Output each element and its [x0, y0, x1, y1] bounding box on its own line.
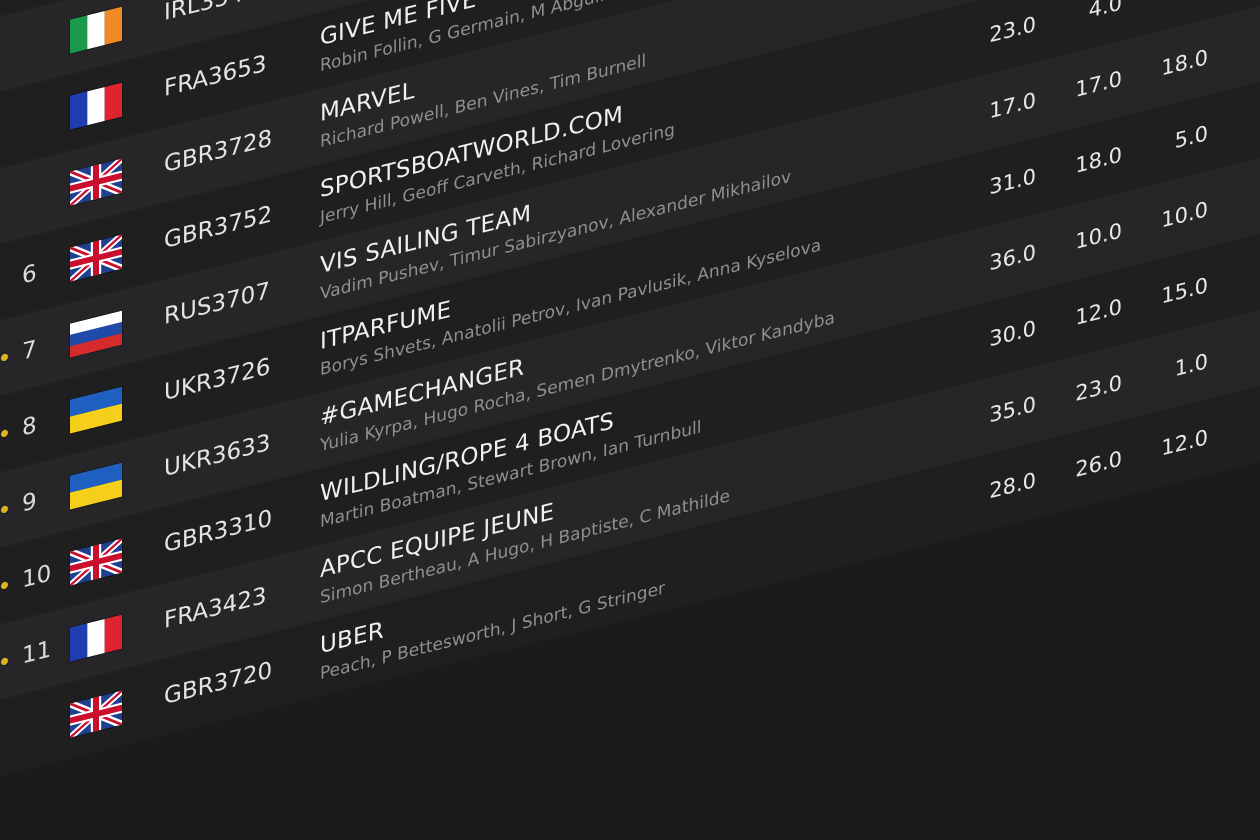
race-score: 12.0 [1161, 424, 1208, 461]
rank-cell [0, 109, 70, 153]
flag-icon [70, 310, 122, 358]
race-score: 35.0 [989, 391, 1036, 428]
flag-cell [70, 456, 150, 510]
flag-cell [70, 684, 150, 738]
race-score: 1.0 [1174, 348, 1208, 382]
flag-cell [70, 152, 150, 206]
flag-cell [70, 608, 150, 662]
flag-cell [70, 380, 150, 434]
race-score: 16.0 [1122, 0, 1208, 14]
race-score: 23.0 [989, 11, 1036, 48]
flag-icon [70, 690, 122, 738]
race-score: 4.0 [1088, 0, 1122, 23]
race-score: 28.0 [989, 467, 1036, 504]
race-score: 23.0 [1075, 370, 1122, 406]
rank-cell [0, 717, 70, 761]
flag-cell [70, 76, 150, 130]
rank-number: 11 [22, 636, 52, 670]
flag-cell [70, 304, 150, 358]
flag-icon [70, 386, 122, 434]
rank-number: 8 [22, 411, 37, 442]
total-score: 54.0 [1208, 93, 1260, 145]
status-dot [1, 504, 8, 514]
race-score: 5.0 [1174, 120, 1208, 154]
results-viewport: GBR3754 XCELLENT John Pollard, Rob Smith… [0, 0, 1260, 840]
race-score: 31.0 [989, 163, 1036, 200]
total-score: 5 [1208, 245, 1260, 297]
flag-icon [70, 462, 122, 510]
race-score: 15.0 [1161, 272, 1208, 309]
race-score: 30.0 [989, 315, 1036, 352]
race-score: 36.0 [989, 239, 1036, 276]
sail-number: GBR3720 [164, 657, 273, 711]
flag-icon [70, 614, 122, 662]
rank-number: 10 [22, 560, 52, 594]
race-score: 17.0 [989, 87, 1036, 124]
race-score: 10.0 [1075, 218, 1122, 254]
flag-cell [70, 0, 150, 54]
flag-icon [70, 234, 122, 282]
rank-cell [0, 185, 70, 229]
rank-number [22, 41, 52, 48]
race-score: 26.0 [1075, 446, 1122, 482]
total-score [1208, 321, 1260, 373]
status-dot [1, 352, 8, 362]
total-score: 52.0 [1208, 17, 1260, 69]
flag-cell [70, 532, 150, 586]
rank-number: 7 [22, 335, 37, 366]
total-score: 56 [1208, 169, 1260, 221]
flag-cell [70, 228, 150, 282]
status-dot [1, 428, 8, 438]
status-dot [1, 656, 8, 666]
race-score: 17.0 [1075, 66, 1122, 102]
results-table: GBR3754 XCELLENT John Pollard, Rob Smith… [0, 0, 1260, 796]
flag-icon [70, 82, 122, 130]
rank-cell [0, 33, 70, 77]
flag-icon [70, 158, 122, 206]
rank-number [22, 725, 52, 732]
rank-number [22, 117, 52, 124]
race-score: 18.0 [1161, 44, 1208, 81]
status-dot [1, 580, 8, 590]
rank-number: 9 [22, 487, 37, 518]
rank-number [22, 193, 52, 200]
flag-icon [70, 538, 122, 586]
rank-number: 6 [22, 259, 37, 290]
race-score: 10.0 [1161, 196, 1208, 233]
race-score: 12.0 [1075, 294, 1122, 330]
flag-icon [70, 6, 122, 54]
total-score [1208, 397, 1260, 449]
race-score: 18.0 [1075, 142, 1122, 178]
